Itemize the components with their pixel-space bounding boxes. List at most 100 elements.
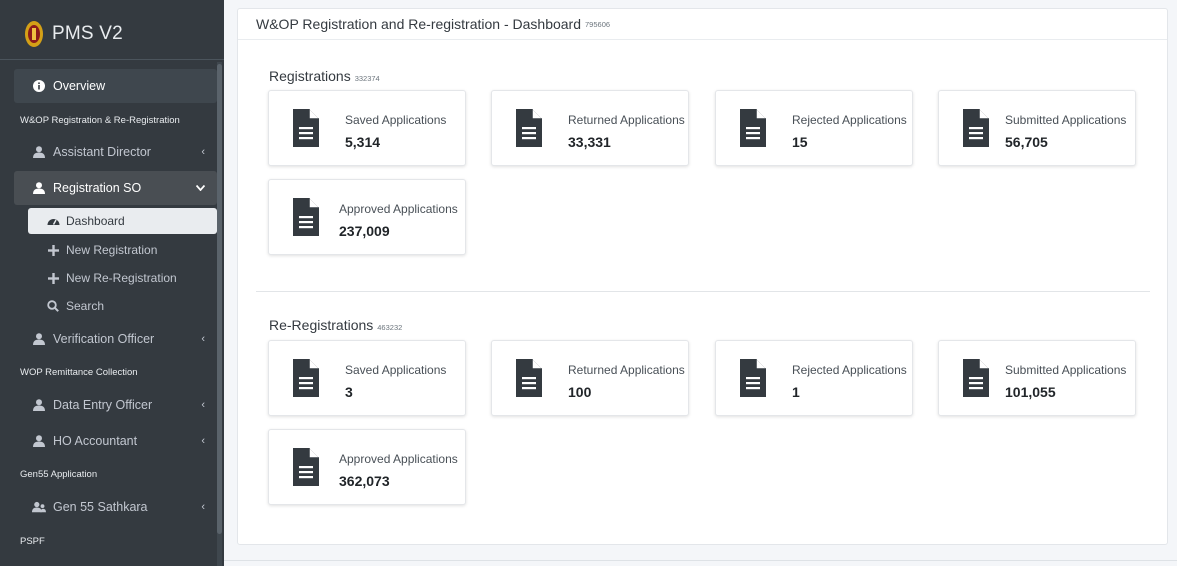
- box-value: 3: [345, 384, 353, 400]
- page-title-count: 795606: [585, 19, 611, 29]
- registrations-returned-box[interactable]: Returned Applications 33,331: [491, 90, 689, 166]
- registrations-title: Registrations 332374: [269, 68, 380, 84]
- file-alt-icon: [516, 359, 542, 397]
- dashboard-card: W&OP Registration and Re-registration - …: [237, 8, 1168, 545]
- box-label: Saved Applications: [345, 363, 447, 377]
- users-icon: [32, 501, 46, 513]
- chevron-left-icon: ‹: [201, 333, 205, 345]
- re-registrations-rejected-box[interactable]: Rejected Applications 1: [715, 340, 913, 416]
- box-label: Submitted Applications: [1005, 113, 1127, 127]
- file-alt-icon: [293, 359, 319, 397]
- re-registrations-approved-box[interactable]: Approved Applications 362,073: [268, 429, 466, 505]
- sidebar-item-dashboard[interactable]: Dashboard: [28, 208, 217, 234]
- box-value: 237,009: [339, 223, 390, 239]
- box-value: 362,073: [339, 473, 390, 489]
- user-icon: [32, 146, 46, 158]
- card-header: W&OP Registration and Re-registration - …: [238, 9, 1167, 40]
- box-value: 100: [568, 384, 592, 400]
- box-label: Returned Applications: [568, 113, 685, 127]
- nav-header-gen55: Gen55 Application: [20, 469, 98, 480]
- box-label: Submitted Applications: [1005, 363, 1127, 377]
- file-alt-icon: [293, 109, 319, 147]
- plus-icon: [46, 244, 60, 256]
- file-alt-icon: [516, 109, 542, 147]
- sidebar-item-new-re-registration[interactable]: New Re-Registration: [28, 265, 217, 291]
- box-value: 5,314: [345, 134, 381, 150]
- file-alt-icon: [740, 109, 766, 147]
- re-registrations-saved-box[interactable]: Saved Applications 3: [268, 340, 466, 416]
- chevron-left-icon: ‹: [201, 146, 205, 158]
- box-label: Rejected Applications: [792, 363, 907, 377]
- tachometer-icon: [46, 215, 60, 227]
- box-label: Returned Applications: [568, 363, 685, 377]
- emblem-icon: [24, 19, 44, 49]
- box-value: 33,331: [568, 134, 611, 150]
- sidebar-item-gen55-sathkara[interactable]: Gen 55 Sathkara ‹: [14, 490, 217, 524]
- main-content: W&OP Registration and Re-registration - …: [224, 0, 1177, 566]
- file-alt-icon: [963, 109, 989, 147]
- user-icon: [32, 435, 46, 447]
- file-alt-icon: [963, 359, 989, 397]
- sidebar-item-data-entry-officer[interactable]: Data Entry Officer ‹: [14, 388, 217, 422]
- sidebar-item-label: Registration SO: [53, 181, 142, 195]
- section-count: 332374: [354, 74, 380, 83]
- sidebar-item-label: Search: [66, 299, 105, 313]
- sidebar-item-registration-so[interactable]: Registration SO: [14, 171, 217, 205]
- nav-header-wop-registration: W&OP Registration & Re-Registration: [20, 115, 180, 126]
- sidebar-item-label: HO Accountant: [53, 434, 138, 448]
- section-count: 463232: [377, 323, 403, 332]
- sidebar-item-label: Overview: [53, 79, 106, 93]
- nav-header-pspf: PSPF: [20, 536, 45, 547]
- user-icon: [32, 182, 46, 194]
- sidebar-item-assistant-director[interactable]: Assistant Director ‹: [14, 135, 217, 169]
- user-icon: [32, 333, 46, 345]
- box-value: 15: [792, 134, 808, 150]
- sidebar-scrollbar-thumb[interactable]: [217, 64, 222, 534]
- sidebar-item-label: Assistant Director: [53, 145, 151, 159]
- registrations-submitted-box[interactable]: Submitted Applications 56,705: [938, 90, 1136, 166]
- search-icon: [46, 300, 60, 312]
- chevron-left-icon: ‹: [201, 435, 205, 447]
- sidebar-item-overview[interactable]: Overview: [14, 69, 217, 103]
- plus-icon: [46, 272, 60, 284]
- info-circle-icon: [32, 80, 46, 92]
- re-registrations-returned-box[interactable]: Returned Applications 100: [491, 340, 689, 416]
- sidebar-item-new-registration[interactable]: New Registration: [28, 237, 217, 263]
- nav-header-wop-remittance: WOP Remittance Collection: [20, 367, 138, 378]
- sidebar: PMS V2 Overview W&OP Registration & Re-R…: [0, 0, 224, 566]
- sidebar-item-label: Verification Officer: [53, 332, 155, 346]
- sidebar-item-search[interactable]: Search: [28, 293, 217, 319]
- box-value: 56,705: [1005, 134, 1048, 150]
- re-registrations-submitted-box[interactable]: Submitted Applications 101,055: [938, 340, 1136, 416]
- sidebar-item-ho-accountant[interactable]: HO Accountant ‹: [14, 424, 217, 458]
- chevron-left-icon: ‹: [201, 399, 205, 411]
- chevron-down-icon: [195, 182, 206, 194]
- sidebar-item-label: Gen 55 Sathkara: [53, 500, 148, 514]
- sidebar-item-label: New Re-Registration: [66, 271, 177, 285]
- file-alt-icon: [293, 448, 319, 486]
- sidebar-item-label: Dashboard: [66, 214, 125, 228]
- registrations-approved-box[interactable]: Approved Applications 237,009: [268, 179, 466, 255]
- sidebar-item-verification-officer[interactable]: Verification Officer ‹: [14, 322, 217, 356]
- file-alt-icon: [293, 198, 319, 236]
- file-alt-icon: [740, 359, 766, 397]
- registrations-rejected-box[interactable]: Rejected Applications 15: [715, 90, 913, 166]
- registrations-saved-box[interactable]: Saved Applications 5,314: [268, 90, 466, 166]
- section-title-text: Registrations: [269, 68, 351, 84]
- brand-link[interactable]: PMS V2: [0, 8, 224, 60]
- section-divider: [256, 291, 1150, 292]
- footer-divider: [224, 560, 1177, 561]
- brand-title: PMS V2: [52, 22, 123, 44]
- section-title-text: Re-Registrations: [269, 317, 374, 333]
- box-value: 1: [792, 384, 800, 400]
- box-label: Approved Applications: [339, 202, 458, 216]
- box-label: Rejected Applications: [792, 113, 907, 127]
- user-icon: [32, 399, 46, 411]
- re-registrations-title: Re-Registrations 463232: [269, 317, 402, 333]
- box-label: Saved Applications: [345, 113, 447, 127]
- sidebar-item-label: New Registration: [66, 243, 158, 257]
- chevron-left-icon: ‹: [201, 501, 205, 513]
- box-value: 101,055: [1005, 384, 1056, 400]
- page-title: W&OP Registration and Re-registration - …: [256, 16, 582, 32]
- sidebar-item-label: Data Entry Officer: [53, 398, 153, 412]
